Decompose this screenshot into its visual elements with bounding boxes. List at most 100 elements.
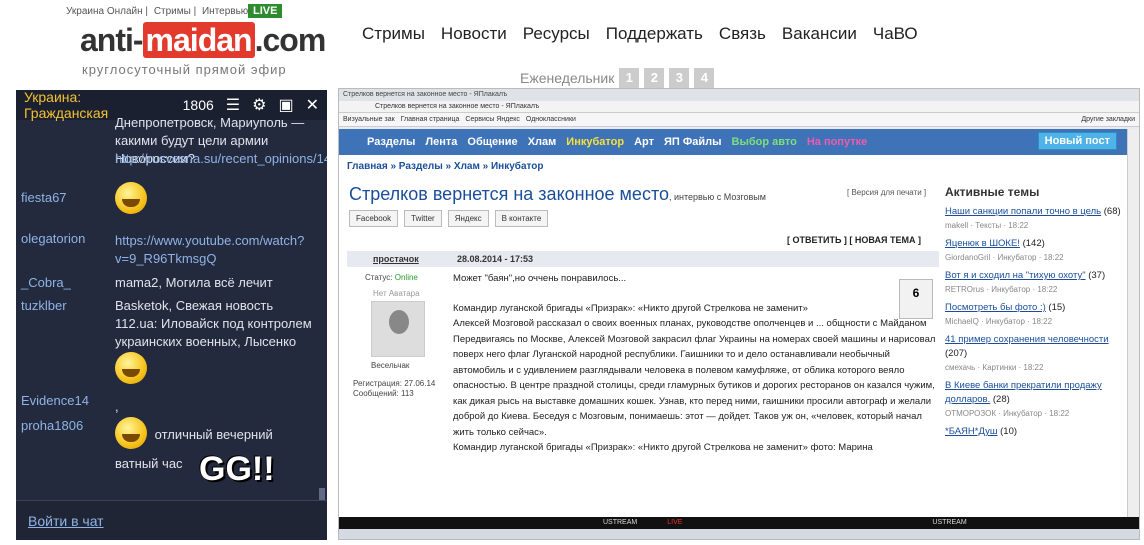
- forum-nav-item: Лента: [425, 136, 458, 148]
- share-buttons: Facebook Twitter Яндекс В контакте: [349, 210, 549, 227]
- topic-count: (37): [1088, 270, 1106, 281]
- chat-username[interactable]: olegatorion: [21, 230, 85, 248]
- topic-user: RETROrus: [945, 285, 985, 294]
- message-text: ,: [115, 399, 119, 414]
- topic-title: Наши санкции попали точно в цель: [945, 206, 1102, 217]
- topic-time: 18:22: [1043, 253, 1064, 262]
- link-ukraine-online[interactable]: Украина Онлайн |: [66, 6, 148, 17]
- breadcrumb: Главная » Разделы » Хлам » Инкубатор: [347, 161, 544, 172]
- print-version-link: [ Версия для печати ]: [847, 188, 927, 197]
- topic-time: 18:22: [1049, 409, 1070, 418]
- message-link[interactable]: https://www.youtube.com/watch?v=9_R96Tkm…: [115, 232, 315, 268]
- post-title: Стрелков вернется на законное место, инт…: [349, 184, 766, 205]
- message-link[interactable]: http://rusvesna.su/recent_opinions/14092…: [115, 150, 327, 168]
- message-text: отличный вечерний: [154, 427, 273, 442]
- bookmark: Другие закладки: [1081, 116, 1135, 123]
- logo-part-b: maidan: [142, 22, 255, 58]
- topic-meta: MichaelQ · Инкубатор · 18:22: [945, 317, 1053, 326]
- topic-title: *БАЯН*Душ: [945, 426, 998, 437]
- chat-username[interactable]: tuzklber: [21, 297, 67, 315]
- chat-footer: Войти в чат: [16, 500, 327, 540]
- ustream-logo: USTREAM: [603, 519, 638, 526]
- chat-login-link[interactable]: Войти в чат: [28, 513, 104, 529]
- nav-contact[interactable]: Связь: [719, 24, 766, 44]
- close-icon[interactable]: ✕: [306, 95, 319, 115]
- message-text: Basketok, Свежая новость 112.ua: Иловайс…: [115, 298, 312, 349]
- list-icon[interactable]: ☰: [226, 95, 240, 115]
- topic-count: (142): [1022, 238, 1045, 249]
- browser-address-bar: Стрелков вернется на законное место - ЯП…: [339, 101, 1139, 113]
- chat-message: olegatorion https://www.youtube.com/watc…: [16, 230, 327, 270]
- post-actions: [ ОТВЕТИТЬ ] [ НОВАЯ ТЕМА ]: [787, 235, 921, 245]
- gg-overlay-text: GG!!: [199, 450, 275, 488]
- post-paragraph: Командир луганской бригады «Призрак»: «Н…: [453, 302, 808, 314]
- page-2-button[interactable]: 2: [644, 68, 665, 88]
- smiley-icon: [115, 352, 147, 384]
- nav-faq[interactable]: ЧаВО: [873, 24, 918, 44]
- author-status: Статус: Online: [365, 273, 418, 282]
- status-value: Online: [394, 273, 418, 282]
- page-4-button[interactable]: 4: [694, 68, 715, 88]
- topic-count: (207): [945, 348, 968, 359]
- chat-message: proha1806 отличный вечерний ватный час: [16, 417, 327, 477]
- link-streams[interactable]: Стримы |: [154, 6, 196, 17]
- post-body: Может "баян",но оччень понравилось... Ко…: [453, 271, 937, 456]
- topic-item: В Киеве банки прекратили продажу долларо…: [945, 379, 1125, 421]
- topic-user: GiordanoGril: [945, 253, 991, 262]
- topic-user: MichaelQ: [945, 317, 979, 326]
- laughing-smiley-icon: [115, 182, 147, 214]
- chat-username[interactable]: proha1806: [21, 417, 83, 435]
- new-post-button: Новый пост: [1037, 132, 1117, 150]
- site-logo[interactable]: anti-maidan.com: [80, 22, 327, 59]
- topic-meta: GiordanoGril · Инкубатор · 18:22: [945, 253, 1064, 262]
- reg-date: Регистрация: 27.06.14: [353, 379, 436, 388]
- chat-message: fiesta67: [16, 182, 327, 222]
- message-text: mama2, Могила всё лечит: [115, 275, 273, 290]
- link-interviews[interactable]: Интервью: [202, 6, 248, 17]
- message-body: отличный вечерний: [115, 417, 315, 454]
- stream-video[interactable]: Стрелков вернется на законное место - ЯП…: [338, 88, 1140, 540]
- nav-vacancies[interactable]: Вакансии: [782, 24, 857, 44]
- topic-meta: ОТМОРОЗОК · Инкубатор · 18:22: [945, 409, 1070, 418]
- chat-message: Днепропетровск, Мариуполь — какими будут…: [16, 114, 327, 174]
- topic-section: Инкубатор: [997, 253, 1037, 262]
- avatar: [371, 301, 425, 357]
- chat-username[interactable]: fiesta67: [21, 189, 67, 207]
- chat-username[interactable]: _Cobra_: [21, 274, 71, 292]
- chat-username[interactable]: Evidence14: [21, 392, 89, 410]
- forum-page: Главная » Разделы » Хлам » Инкубатор Стр…: [339, 155, 1129, 521]
- page-1-button[interactable]: 1: [619, 68, 640, 88]
- nav-streams[interactable]: Стримы: [362, 24, 425, 44]
- gear-icon[interactable]: ⚙: [252, 95, 266, 115]
- topic-title: В Киеве банки прекратили продажу долларо…: [945, 380, 1102, 405]
- forum-nav-item: Хлам: [527, 136, 557, 148]
- message-body: [115, 352, 315, 389]
- logo-part-c: .com: [254, 22, 327, 58]
- topic-count: (28): [992, 394, 1010, 405]
- forum-nav-item: Инкубатор: [566, 136, 625, 148]
- popout-icon[interactable]: ▣: [278, 95, 293, 115]
- topic-section: Инкубатор: [991, 285, 1031, 294]
- topic-user: смехачь: [945, 363, 976, 372]
- topic-title: 41 пример сохранения человечности: [945, 334, 1109, 345]
- author-rank: Весельчак: [371, 361, 410, 370]
- forum-nav-item: Арт: [634, 136, 654, 148]
- topic-user: ОТМОРОЗОК: [945, 409, 997, 418]
- topic-title: Вот я и сходил на "тихую охоту": [945, 270, 1086, 281]
- post-date: 28.08.2014 - 17:53: [457, 254, 534, 264]
- post-paragraph: Передвигаясь по Москве, Алексей Мозговой…: [453, 333, 936, 438]
- live-badge: LIVE: [248, 4, 283, 18]
- chat-message: Evidence14 ,: [16, 392, 327, 414]
- page-3-button[interactable]: 3: [669, 68, 690, 88]
- post-title-text: Стрелков вернется на законное место: [349, 184, 669, 204]
- topic-title: Посмотреть бы фото :): [945, 302, 1046, 313]
- vk-share: В контакте: [494, 210, 549, 227]
- facebook-share: Facebook: [349, 210, 399, 227]
- nav-resources[interactable]: Ресурсы: [523, 24, 590, 44]
- chat-messages[interactable]: Днепропетровск, Мариуполь — какими будут…: [16, 115, 327, 500]
- active-topics: Активные темы Наши санкции попали точно …: [945, 185, 1125, 439]
- chat-message: _Cobra_ mama2, Могила всё лечит: [16, 274, 327, 294]
- nav-support[interactable]: Поддержать: [606, 24, 703, 44]
- nav-news[interactable]: Новости: [441, 24, 507, 44]
- bookmark: Сервисы Яндекс: [465, 116, 520, 123]
